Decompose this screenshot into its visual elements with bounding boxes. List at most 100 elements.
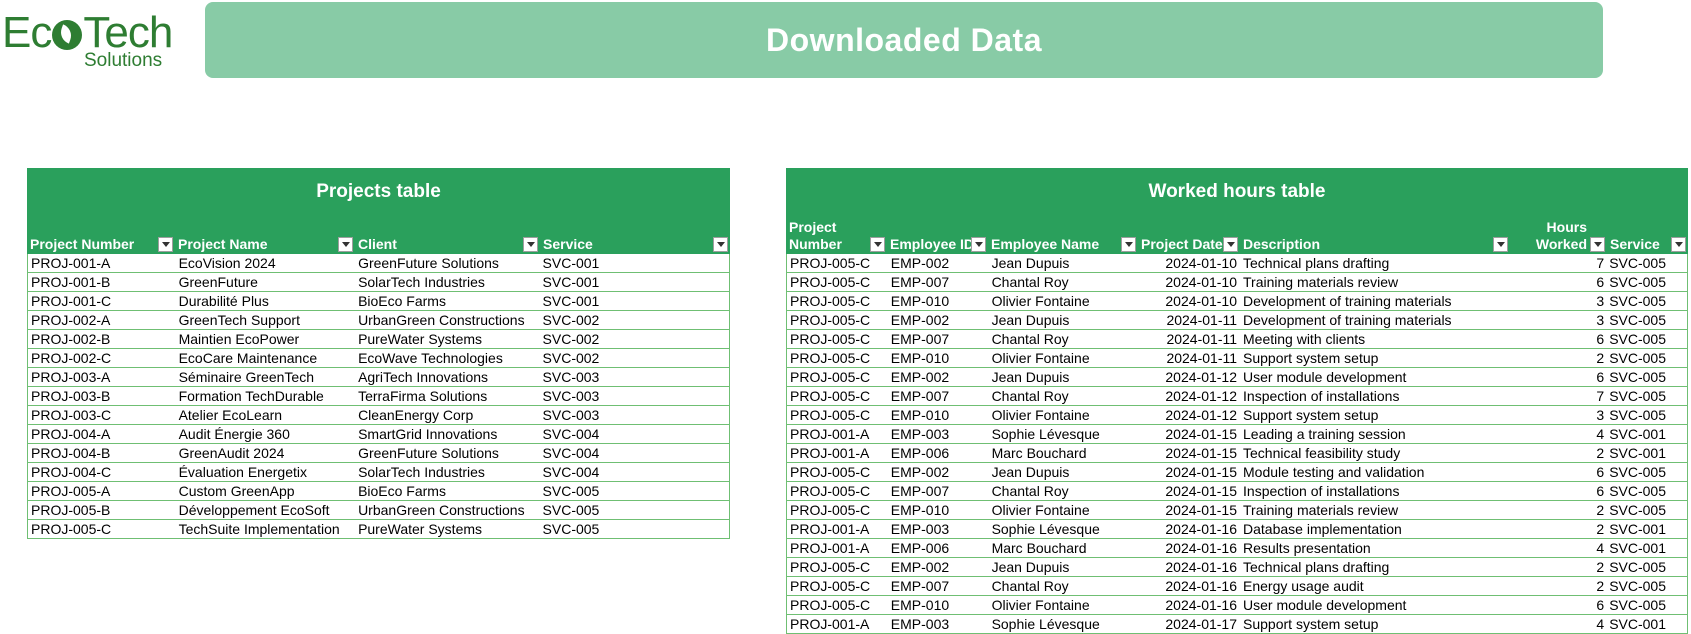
cell-project-name[interactable]: Audit Énergie 360	[176, 425, 355, 443]
cell-employee-id[interactable]: EMP-002	[888, 558, 989, 576]
cell-description[interactable]: Inspection of installations	[1240, 482, 1509, 500]
cell-hours-worked[interactable]: 4	[1509, 539, 1606, 557]
cell-client[interactable]: BioEco Farms	[355, 292, 539, 310]
cell-project-number[interactable]: PROJ-005-C	[787, 368, 888, 386]
cell-client[interactable]: TerraFirma Solutions	[355, 387, 539, 405]
cell-description[interactable]: Development of training materials	[1240, 292, 1509, 310]
cell-description[interactable]: Database implementation	[1240, 520, 1509, 538]
cell-employee-name[interactable]: Marc Bouchard	[989, 444, 1139, 462]
cell-service[interactable]: SVC-001	[1606, 520, 1687, 538]
cell-project-number[interactable]: PROJ-001-C	[28, 292, 176, 310]
filter-dropdown-icon[interactable]	[1590, 237, 1605, 252]
cell-project-name[interactable]: Durabilité Plus	[176, 292, 355, 310]
cell-description[interactable]: Meeting with clients	[1240, 330, 1509, 348]
filter-dropdown-icon[interactable]	[971, 237, 986, 252]
cell-hours-worked[interactable]: 4	[1509, 615, 1606, 633]
cell-project-number[interactable]: PROJ-005-C	[787, 311, 888, 329]
cell-client[interactable]: PureWater Systems	[355, 330, 539, 348]
cell-description[interactable]: Training materials review	[1240, 501, 1509, 519]
cell-service[interactable]: SVC-001	[1606, 539, 1687, 557]
cell-hours-worked[interactable]: 7	[1509, 387, 1606, 405]
cell-project-number[interactable]: PROJ-005-C	[787, 577, 888, 595]
cell-employee-name[interactable]: Olivier Fontaine	[989, 501, 1139, 519]
cell-service[interactable]: SVC-005	[540, 501, 729, 519]
cell-employee-name[interactable]: Chantal Roy	[989, 482, 1139, 500]
cell-project-date[interactable]: 2024-01-10	[1138, 292, 1240, 310]
cell-description[interactable]: Technical plans drafting	[1240, 254, 1509, 272]
cell-project-name[interactable]: GreenAudit 2024	[176, 444, 355, 462]
cell-description[interactable]: User module development	[1240, 596, 1509, 614]
cell-client[interactable]: SolarTech Industries	[355, 463, 539, 481]
cell-project-number[interactable]: PROJ-005-B	[28, 501, 176, 519]
cell-client[interactable]: UrbanGreen Constructions	[355, 311, 539, 329]
cell-employee-id[interactable]: EMP-007	[888, 273, 989, 291]
cell-employee-name[interactable]: Sophie Lévesque	[989, 520, 1139, 538]
cell-employee-id[interactable]: EMP-002	[888, 254, 989, 272]
cell-service[interactable]: SVC-005	[540, 520, 729, 538]
cell-project-number[interactable]: PROJ-002-C	[28, 349, 176, 367]
cell-service[interactable]: SVC-004	[540, 425, 729, 443]
cell-project-date[interactable]: 2024-01-16	[1138, 577, 1240, 595]
cell-employee-name[interactable]: Sophie Lévesque	[989, 425, 1139, 443]
cell-project-date[interactable]: 2024-01-11	[1138, 349, 1240, 367]
cell-project-number[interactable]: PROJ-005-C	[787, 387, 888, 405]
cell-description[interactable]: Support system setup	[1240, 349, 1509, 367]
cell-project-date[interactable]: 2024-01-15	[1138, 501, 1240, 519]
cell-service[interactable]: SVC-005	[1606, 368, 1687, 386]
cell-project-number[interactable]: PROJ-005-A	[28, 482, 176, 500]
filter-dropdown-icon[interactable]	[1671, 237, 1686, 252]
cell-project-number[interactable]: PROJ-002-A	[28, 311, 176, 329]
cell-project-date[interactable]: 2024-01-16	[1138, 558, 1240, 576]
cell-project-number[interactable]: PROJ-003-A	[28, 368, 176, 386]
cell-description[interactable]: Development of training materials	[1240, 311, 1509, 329]
cell-project-name[interactable]: Custom GreenApp	[176, 482, 355, 500]
cell-hours-worked[interactable]: 6	[1509, 482, 1606, 500]
cell-project-number[interactable]: PROJ-004-A	[28, 425, 176, 443]
cell-service[interactable]: SVC-005	[1606, 406, 1687, 424]
cell-employee-name[interactable]: Chantal Roy	[989, 330, 1139, 348]
cell-service[interactable]: SVC-005	[1606, 387, 1687, 405]
cell-employee-id[interactable]: EMP-007	[888, 387, 989, 405]
cell-project-number[interactable]: PROJ-001-A	[787, 539, 888, 557]
cell-hours-worked[interactable]: 2	[1509, 444, 1606, 462]
cell-employee-id[interactable]: EMP-003	[888, 425, 989, 443]
cell-project-name[interactable]: Séminaire GreenTech	[176, 368, 355, 386]
cell-hours-worked[interactable]: 6	[1509, 330, 1606, 348]
cell-employee-id[interactable]: EMP-007	[888, 482, 989, 500]
cell-project-number[interactable]: PROJ-001-A	[787, 425, 888, 443]
cell-employee-id[interactable]: EMP-003	[888, 520, 989, 538]
cell-project-date[interactable]: 2024-01-11	[1138, 311, 1240, 329]
cell-project-name[interactable]: GreenTech Support	[176, 311, 355, 329]
cell-client[interactable]: AgriTech Innovations	[355, 368, 539, 386]
cell-employee-name[interactable]: Chantal Roy	[989, 387, 1139, 405]
cell-project-number[interactable]: PROJ-005-C	[787, 406, 888, 424]
cell-employee-id[interactable]: EMP-003	[888, 615, 989, 633]
cell-hours-worked[interactable]: 6	[1509, 368, 1606, 386]
cell-project-number[interactable]: PROJ-001-A	[787, 444, 888, 462]
cell-client[interactable]: CleanEnergy Corp	[355, 406, 539, 424]
cell-hours-worked[interactable]: 2	[1509, 558, 1606, 576]
cell-project-number[interactable]: PROJ-002-B	[28, 330, 176, 348]
cell-project-number[interactable]: PROJ-005-C	[787, 482, 888, 500]
filter-dropdown-icon[interactable]	[158, 237, 173, 252]
cell-client[interactable]: PureWater Systems	[355, 520, 539, 538]
cell-client[interactable]: BioEco Farms	[355, 482, 539, 500]
cell-service[interactable]: SVC-003	[540, 406, 729, 424]
cell-hours-worked[interactable]: 2	[1509, 577, 1606, 595]
cell-project-number[interactable]: PROJ-005-C	[28, 520, 176, 538]
filter-dropdown-icon[interactable]	[870, 237, 885, 252]
cell-project-name[interactable]: Formation TechDurable	[176, 387, 355, 405]
cell-project-number[interactable]: PROJ-004-C	[28, 463, 176, 481]
filter-dropdown-icon[interactable]	[523, 237, 538, 252]
cell-employee-name[interactable]: Jean Dupuis	[989, 368, 1139, 386]
cell-employee-name[interactable]: Marc Bouchard	[989, 539, 1139, 557]
cell-project-name[interactable]: TechSuite Implementation	[176, 520, 355, 538]
cell-employee-id[interactable]: EMP-007	[888, 577, 989, 595]
cell-client[interactable]: UrbanGreen Constructions	[355, 501, 539, 519]
cell-service[interactable]: SVC-001	[540, 254, 729, 272]
cell-service[interactable]: SVC-005	[1606, 254, 1687, 272]
cell-project-number[interactable]: PROJ-004-B	[28, 444, 176, 462]
cell-project-date[interactable]: 2024-01-12	[1138, 368, 1240, 386]
cell-project-date[interactable]: 2024-01-15	[1138, 482, 1240, 500]
cell-client[interactable]: GreenFuture Solutions	[355, 254, 539, 272]
